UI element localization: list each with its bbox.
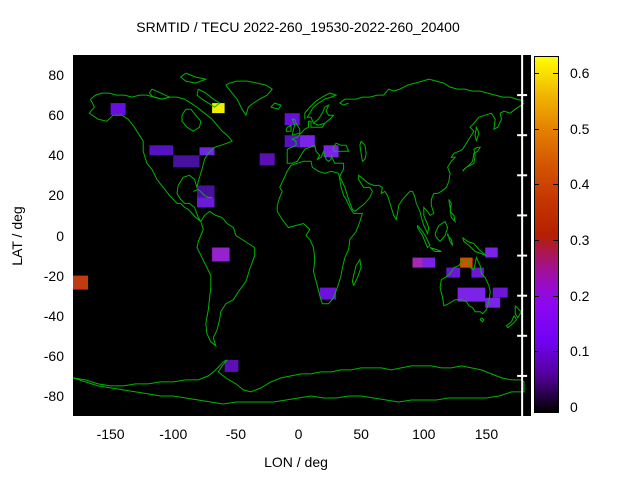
y-tick-label: -20	[43, 267, 64, 284]
heatmap-cell	[212, 247, 230, 262]
colorbar-tick-mark	[553, 184, 558, 186]
heatmap-cell	[199, 147, 215, 156]
colorbar-tick-mark	[534, 351, 539, 353]
x-tick-label: -150	[96, 426, 125, 442]
colorbar-tick-label: 0.3	[570, 231, 590, 248]
colorbar-tick-label: 0.2	[570, 287, 590, 304]
x-tick-label: 0	[294, 426, 303, 442]
colorbar-tick-label: 0.4	[570, 176, 590, 193]
y-tick-label: 60	[48, 107, 64, 124]
colorbar	[534, 56, 559, 413]
heatmap-cell	[110, 103, 126, 116]
colorbar-tick-mark	[553, 295, 558, 297]
colorbar-tick-mark	[534, 407, 539, 408]
x-tick-label: -50	[225, 426, 246, 442]
x-tick-label: 100	[412, 426, 436, 442]
heatmap-cell	[412, 257, 423, 268]
colorbar-tick-mark	[553, 351, 558, 353]
heatmap-cell	[299, 135, 315, 148]
heatmap-cell	[149, 145, 174, 156]
heatmap-cell	[73, 275, 88, 290]
colorbar-tick-mark	[534, 72, 539, 74]
y-tick-label: -60	[43, 347, 64, 364]
x-tick-label: -100	[159, 426, 188, 442]
colorbar-tick-mark	[534, 184, 539, 186]
heatmap-cell	[224, 359, 239, 372]
heatmap-cell	[259, 153, 275, 166]
map-background	[73, 55, 531, 416]
heatmap-cell	[422, 257, 435, 268]
colorbar-tick-label: 0.6	[570, 64, 590, 81]
map-plot-area	[73, 55, 531, 416]
colorbar-tick-mark	[534, 239, 539, 241]
y-tick-label: -80	[43, 387, 64, 404]
colorbar-tick-label: 0.1	[570, 343, 590, 360]
y-tick-label: 80	[48, 67, 64, 84]
colorbar-tick-mark	[534, 128, 539, 130]
x-axis-label: LON / deg	[264, 454, 328, 470]
heatmap-cell	[492, 287, 508, 298]
colorbar-tick-label: 0	[570, 399, 578, 415]
heatmap-cell	[173, 155, 200, 168]
colorbar-tick-mark	[553, 72, 558, 74]
heatmap-cell	[485, 247, 498, 258]
colorbar-tick-mark	[553, 128, 558, 130]
y-tick-label: 40	[48, 147, 64, 164]
x-tick-label: 50	[353, 426, 369, 442]
colorbar-tick-mark	[553, 407, 558, 408]
x-tick-label: 150	[474, 426, 499, 442]
gnuplot-window: { "title": "SRMTID / TECU 2022-260_19530…	[0, 0, 640, 480]
colorbar-tick-mark	[553, 239, 558, 241]
heatmap-cell	[197, 197, 215, 208]
plot-title: SRMTID / TECU 2022-260_19530-2022-260_20…	[136, 19, 460, 35]
y-tick-label: 20	[48, 187, 64, 204]
colorbar-tick-label: 0.5	[570, 120, 590, 137]
y-tick-label: 0	[56, 227, 64, 244]
y-tick-label: -40	[43, 307, 64, 324]
colorbar-tick-mark	[534, 295, 539, 297]
